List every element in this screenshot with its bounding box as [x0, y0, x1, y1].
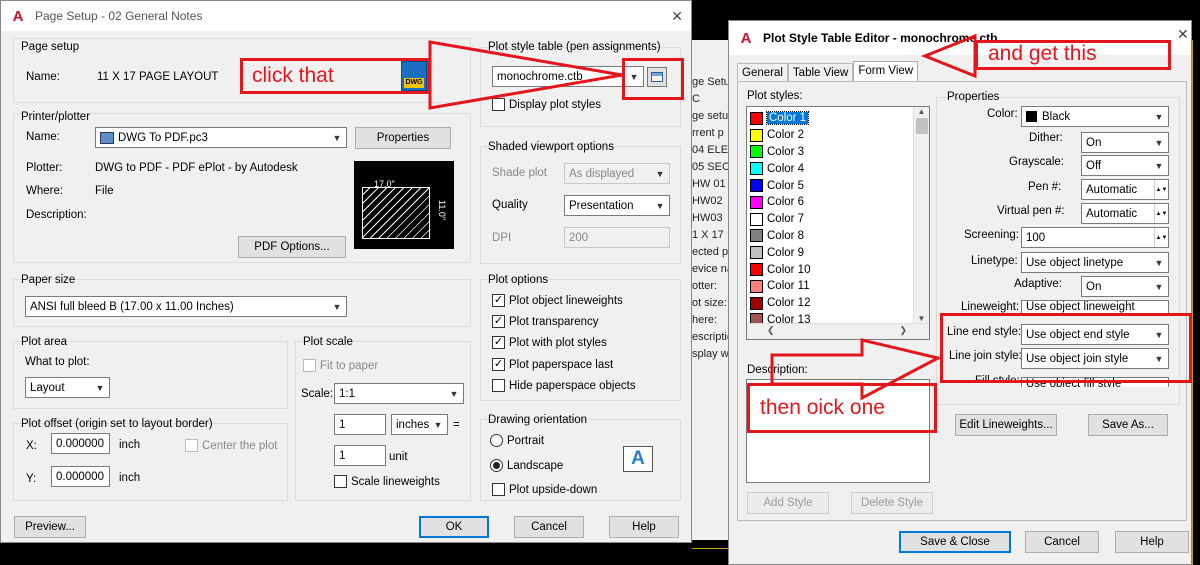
arrow-and-get-this-icon: [920, 33, 977, 79]
annotation-arrows: [428, 33, 977, 401]
arrow-then-pick-one-icon: [770, 338, 943, 401]
arrow-click-that-icon: [428, 40, 623, 110]
